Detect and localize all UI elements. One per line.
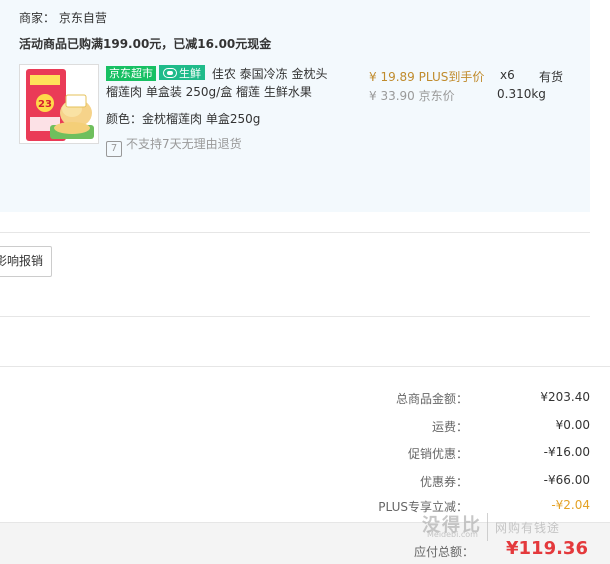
summary-row-plus-discount: PLUS专享立减： -¥2.04 [378, 498, 590, 516]
product-thumbnail[interactable]: 23 [19, 64, 99, 144]
fresh-icon [163, 68, 177, 78]
merchant-label: 商家： [19, 11, 56, 25]
summary-value: ¥203.40 [540, 390, 590, 404]
order-item-panel: 商家： 京东自营 活动商品已购满199.00元，已减16.00元现金 23 京东… [0, 0, 590, 212]
jd-supermarket-tag: 京东超市 [106, 66, 156, 81]
summary-row-total-goods: 总商品金额： ¥203.40 [380, 390, 590, 408]
summary-label: 促销优惠： [407, 447, 468, 461]
product-color: 颜色：金枕榴莲肉 单盒250g [106, 110, 260, 127]
color-label: 颜色： [106, 112, 143, 126]
watermark-domain: Meidebi.com [427, 530, 478, 539]
return-policy-text: 不支持7天无理由退货 [126, 137, 242, 151]
thumb-badge: 23 [38, 99, 52, 110]
summary-value: ¥0.00 [555, 418, 590, 432]
color-value: 金枕榴莲肉 单盒250g [142, 112, 261, 126]
summary-row-coupon: 优惠券： -¥66.00 [380, 473, 590, 491]
product-title[interactable]: 京东超市 生鲜 佳农 泰国冷冻 金枕头榴莲肉 单盒装 250g/盒 榴莲 生鲜水果 [106, 65, 338, 101]
summary-label: 优惠券： [419, 475, 468, 489]
stock-status: 有货 [539, 70, 564, 84]
summary-row-promotion: 促销优惠： -¥16.00 [380, 445, 590, 463]
summary-row-shipping: 运费： ¥0.00 [380, 418, 590, 436]
fresh-tag: 生鲜 [159, 65, 205, 80]
total-label: 应付总额： [414, 545, 475, 559]
no-return-icon: 7 [106, 141, 122, 157]
jd-price: ¥ 33.90 京东价 [369, 89, 455, 103]
divider [0, 316, 590, 317]
summary-label: 总商品金额： [395, 392, 468, 406]
item-quantity: x6 [500, 68, 515, 82]
merchant-name[interactable]: 京东自营 [59, 11, 107, 25]
total-value: ¥119.36 [506, 538, 588, 559]
plus-price: ¥ 19.89 PLUS到手价 [369, 70, 485, 84]
invoice-button[interactable]: 影响报销 [0, 246, 52, 277]
return-policy: 7 不支持7天无理由退货 [106, 135, 242, 157]
summary-value: -¥2.04 [551, 498, 590, 512]
watermark-slogan: 网购有钱途 [495, 521, 561, 535]
summary-value: -¥66.00 [543, 473, 590, 487]
summary-label: 运费： [431, 420, 468, 434]
fresh-tag-label: 生鲜 [179, 67, 201, 80]
watermark-divider [487, 513, 488, 541]
summary-value: -¥16.00 [543, 445, 590, 459]
durian-package-icon: 23 [20, 65, 98, 143]
item-weight: 0.310kg [497, 87, 546, 101]
divider [0, 366, 610, 367]
divider [0, 232, 590, 233]
merchant-line: 商家： 京东自营 [19, 9, 107, 26]
promotion-text: 活动商品已购满199.00元，已减16.00元现金 [19, 37, 272, 51]
